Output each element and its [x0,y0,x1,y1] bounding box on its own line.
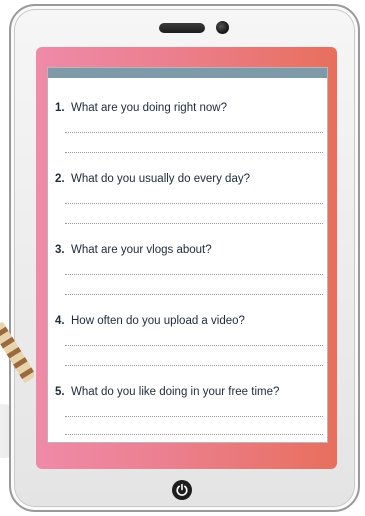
question-label: What are your vlogs about? [71,244,212,256]
answer-line[interactable] [65,223,323,224]
stage: 1. What are you doing right now? 2. What d… [0,0,365,516]
question-text: 3. What are your vlogs about? [55,244,321,256]
pencil-icon [0,322,34,383]
question-3: 3. What are your vlogs about? [55,244,321,256]
power-icon [176,483,188,496]
question-text: 2. What do you usually do every day? [55,173,321,185]
answer-line[interactable] [65,152,323,153]
question-label: What do you like doing in your free time… [71,386,280,398]
worksheet-header-bar [48,68,327,78]
question-4: 4. How often do you upload a video? [55,315,321,327]
answer-line[interactable] [65,294,323,295]
question-text: 1. What are you doing right now? [55,102,321,114]
camera-icon [216,21,229,34]
question-number: 3. [55,244,65,256]
question-number: 1. [55,102,65,114]
answer-line[interactable] [65,274,323,275]
answer-line[interactable] [65,345,323,346]
question-number: 2. [55,173,65,185]
question-1: 1. What are you doing right now? [55,102,321,114]
question-text: 4. How often do you upload a video? [55,315,321,327]
question-text: 5. What do you like doing in your free ti… [55,386,321,398]
worksheet: 1. What are you doing right now? 2. What d… [47,67,328,443]
screen-frame: 1. What are you doing right now? 2. What d… [36,47,337,469]
question-number: 4. [55,315,65,327]
question-label: What do you usually do every day? [71,173,250,185]
question-number: 5. [55,386,65,398]
speaker-grille [159,23,205,33]
tablet-device: 1. What are you doing right now? 2. What d… [9,4,360,512]
answer-line[interactable] [65,365,323,366]
answer-line[interactable] [65,434,323,435]
answer-line[interactable] [65,132,323,133]
question-5: 5. What do you like doing in your free ti… [55,386,321,398]
question-2: 2. What do you usually do every day? [55,173,321,185]
question-label: How often do you upload a video? [71,315,245,327]
question-label: What are you doing right now? [71,102,227,114]
home-button[interactable] [172,480,192,500]
answer-line[interactable] [65,416,323,417]
answer-line[interactable] [65,203,323,204]
